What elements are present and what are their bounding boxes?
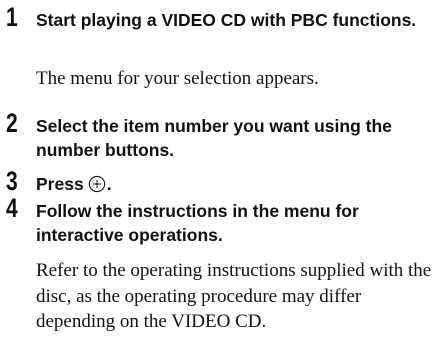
- step-heading-text: .: [106, 174, 112, 194]
- step-heading: Press.: [36, 172, 428, 199]
- step-number: 4: [6, 193, 18, 223]
- step-number: 3: [6, 166, 18, 196]
- step-heading: Follow the instructions in the menu for …: [36, 201, 359, 245]
- instruction-steps: 1 Start playing a VIDEO CD with PBC func…: [0, 0, 436, 359]
- step-description: Refer to the operating instructions supp…: [36, 260, 432, 332]
- enter-button-icon: [88, 175, 106, 199]
- step-heading: Select the item number you want using th…: [36, 116, 392, 160]
- step-description: The menu for your selection appears.: [36, 68, 319, 89]
- step-number: 1: [6, 2, 18, 32]
- step-number: 2: [6, 108, 18, 138]
- step-heading-text: Press: [36, 174, 84, 194]
- step-heading: Start playing a VIDEO CD with PBC functi…: [36, 10, 417, 30]
